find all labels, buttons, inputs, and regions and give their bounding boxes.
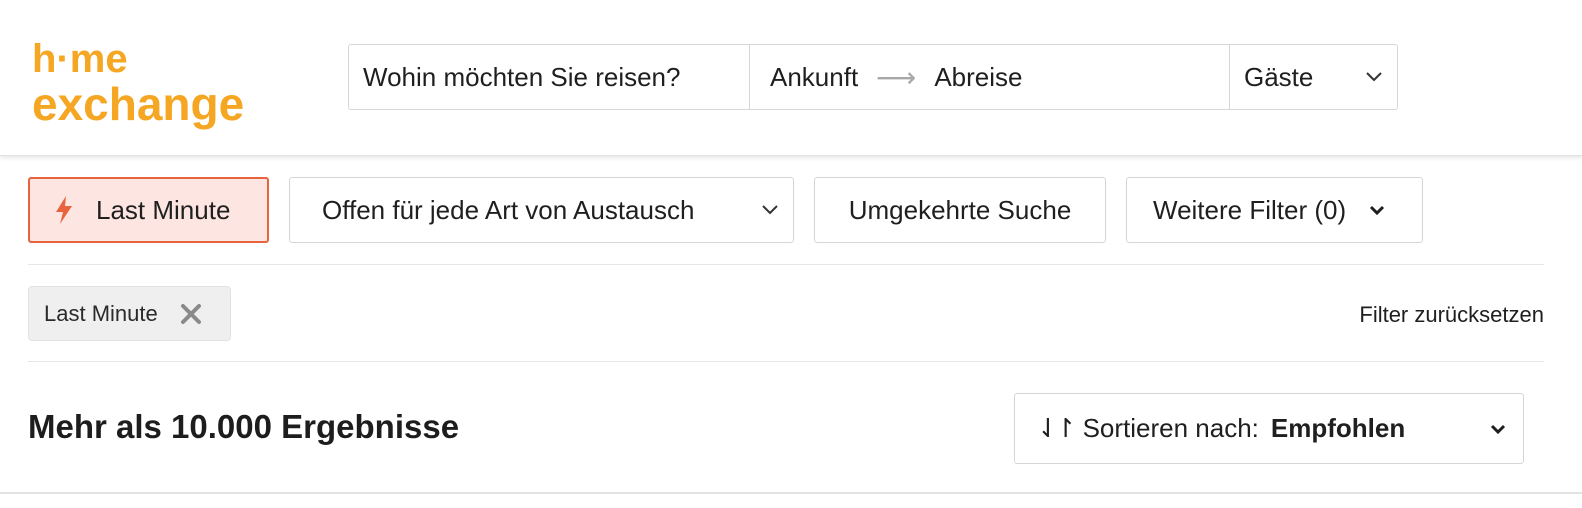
exchange-type-dropdown[interactable]: Offen für jede Art von Austausch <box>289 177 794 243</box>
results-count-heading: Mehr als 10.000 Ergebnisse <box>28 408 460 445</box>
site-header: h·me exchange Wohin möchten Sie reisen? … <box>0 0 1582 156</box>
homeexchange-logo[interactable]: h·me exchange <box>32 34 322 130</box>
sort-dropdown[interactable]: ⇃↾ Sortieren nach: Empfohlen <box>1014 393 1524 464</box>
arrow-right-icon: ⟶ <box>876 61 917 93</box>
search-bar: Wohin möchten Sie reisen? Ankunft ⟶ Abre… <box>348 44 1398 110</box>
close-icon[interactable] <box>180 303 202 325</box>
logo-line1: h·me <box>32 37 128 81</box>
destination-input[interactable]: Wohin möchten Sie reisen? <box>348 44 750 110</box>
date-range-picker[interactable]: Ankunft ⟶ Abreise <box>750 44 1230 110</box>
exchange-type-label: Offen für jede Art von Austausch <box>322 194 695 225</box>
chevron-down-icon <box>762 205 778 215</box>
chevron-down-icon <box>1370 205 1385 216</box>
destination-placeholder: Wohin möchten Sie reisen? <box>363 61 681 92</box>
chip-label: Last Minute <box>44 300 158 326</box>
chevron-down-icon <box>1366 72 1382 82</box>
last-minute-label: Last Minute <box>96 194 231 225</box>
departure-field[interactable]: Abreise <box>934 62 1022 93</box>
divider <box>28 361 1544 362</box>
divider <box>28 264 1544 265</box>
sort-value: Empfohlen <box>1270 413 1406 443</box>
last-minute-filter-button[interactable]: Last Minute <box>28 177 269 243</box>
lightning-icon <box>56 196 72 224</box>
guests-select[interactable]: Gäste <box>1230 44 1398 110</box>
chevron-down-icon <box>1490 424 1506 435</box>
reverse-search-button[interactable]: Umgekehrte Suche <box>814 177 1106 243</box>
more-filters-button[interactable]: Weitere Filter (0) <box>1126 177 1423 243</box>
more-filters-label: Weitere Filter (0) <box>1153 194 1347 225</box>
reverse-search-label: Umgekehrte Suche <box>848 194 1072 225</box>
guests-label: Gäste <box>1244 61 1314 92</box>
sort-label: Sortieren nach: <box>1082 413 1259 443</box>
divider <box>0 492 1582 494</box>
logo-line2: exchange <box>32 78 244 130</box>
active-filter-chip[interactable]: Last Minute <box>28 286 231 341</box>
sort-icon: ⇃↾ <box>1037 413 1077 443</box>
reset-filters-link[interactable]: Filter zurücksetzen <box>1359 302 1544 328</box>
arrival-field[interactable]: Ankunft <box>770 62 858 93</box>
